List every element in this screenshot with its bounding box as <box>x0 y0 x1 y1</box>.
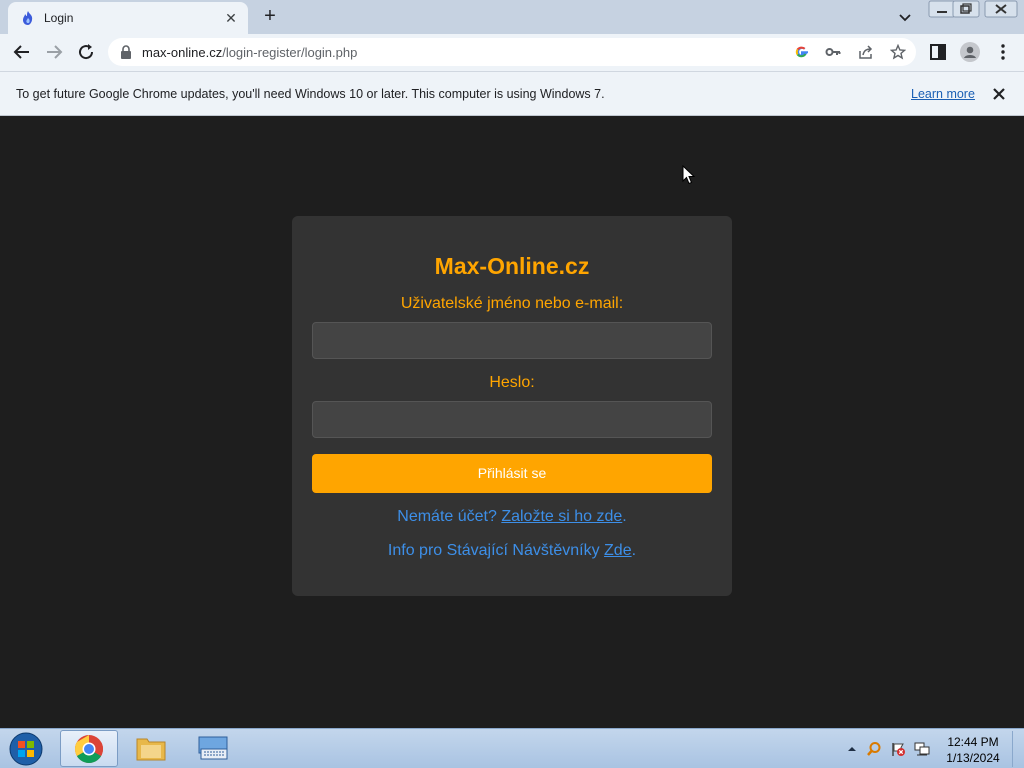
forward-arrow-icon[interactable] <box>42 40 66 64</box>
login-button[interactable]: Přihlásit se <box>312 454 712 493</box>
keyboard-icon <box>197 735 229 766</box>
password-input[interactable] <box>312 401 712 438</box>
site-title: Max-Online.cz <box>434 253 590 279</box>
update-infobar: To get future Google Chrome updates, you… <box>0 71 1024 116</box>
profile-avatar-icon[interactable] <box>960 42 980 62</box>
close-icon[interactable] <box>990 85 1008 103</box>
taskbar-chrome[interactable] <box>60 730 118 767</box>
username-label: Uživatelské jméno nebo e-mail: <box>400 295 624 312</box>
reload-icon[interactable] <box>74 40 98 64</box>
clock-date[interactable]: 1/13/2024 <box>940 751 1006 765</box>
infobar-message: To get future Google Chrome updates, you… <box>16 87 605 101</box>
menu-dots-icon[interactable] <box>993 42 1013 62</box>
clock-time[interactable]: 12:44 PM <box>940 735 1006 749</box>
search-tray-icon[interactable] <box>866 741 882 757</box>
side-panel-icon[interactable] <box>928 42 948 62</box>
taskbar-explorer[interactable] <box>122 730 180 767</box>
share-icon[interactable] <box>858 44 874 60</box>
lock-icon <box>120 45 132 59</box>
close-window-button[interactable] <box>984 0 1018 18</box>
taskbar: 12:44 PM 1/13/2024 <box>0 728 1024 768</box>
address-bar[interactable]: max-online.cz/login-register/login.php <box>108 38 916 66</box>
action-center-flag-icon[interactable] <box>890 741 906 757</box>
new-tab-button[interactable]: + <box>258 5 282 29</box>
username-input[interactable] <box>312 322 712 359</box>
info-text: Info pro Stávající Návštěvníky <box>387 542 600 559</box>
key-icon[interactable] <box>825 44 841 60</box>
url-text: max-online.cz/login-register/login.php <box>142 45 358 60</box>
login-card: Max-Online.cz Uživatelské jméno nebo e-m… <box>292 216 732 596</box>
page-content: Max-Online.cz Uživatelské jméno nebo e-m… <box>0 116 1024 728</box>
show-desktop-button[interactable] <box>1012 731 1022 767</box>
learn-more-link[interactable]: Learn more <box>911 87 975 101</box>
info-line: Info pro Stávající Návštěvníky Zde. <box>292 542 732 560</box>
flame-icon <box>20 10 36 26</box>
network-icon[interactable] <box>914 741 930 757</box>
google-icon[interactable] <box>794 44 810 60</box>
tab-strip: Login ✕ + <box>0 0 1024 34</box>
register-suffix: . <box>622 508 627 525</box>
chrome-icon <box>74 734 104 768</box>
register-link[interactable]: Založte si ho zde <box>501 508 622 525</box>
password-label: Heslo: <box>489 374 535 391</box>
browser-toolbar: max-online.cz/login-register/login.php <box>0 34 1024 71</box>
tab-title: Login <box>44 11 74 25</box>
start-button[interactable] <box>6 731 46 767</box>
folder-icon <box>135 734 167 767</box>
taskbar-onscreen-keyboard[interactable] <box>184 730 242 767</box>
chevron-down-icon[interactable] <box>896 8 914 26</box>
tab-login[interactable]: Login ✕ <box>8 2 248 34</box>
restore-button[interactable] <box>952 0 980 18</box>
star-icon[interactable] <box>889 43 907 60</box>
no-account-text: Nemáte účet? <box>397 508 497 525</box>
info-suffix: . <box>631 542 637 559</box>
show-hidden-icons-icon[interactable] <box>844 741 860 757</box>
back-arrow-icon[interactable] <box>10 40 34 64</box>
info-link[interactable]: Zde <box>604 542 632 559</box>
mouse-cursor-icon <box>682 164 696 185</box>
close-tab-icon[interactable]: ✕ <box>222 9 240 27</box>
register-line: Nemáte účet? Založte si ho zde. <box>292 508 732 526</box>
